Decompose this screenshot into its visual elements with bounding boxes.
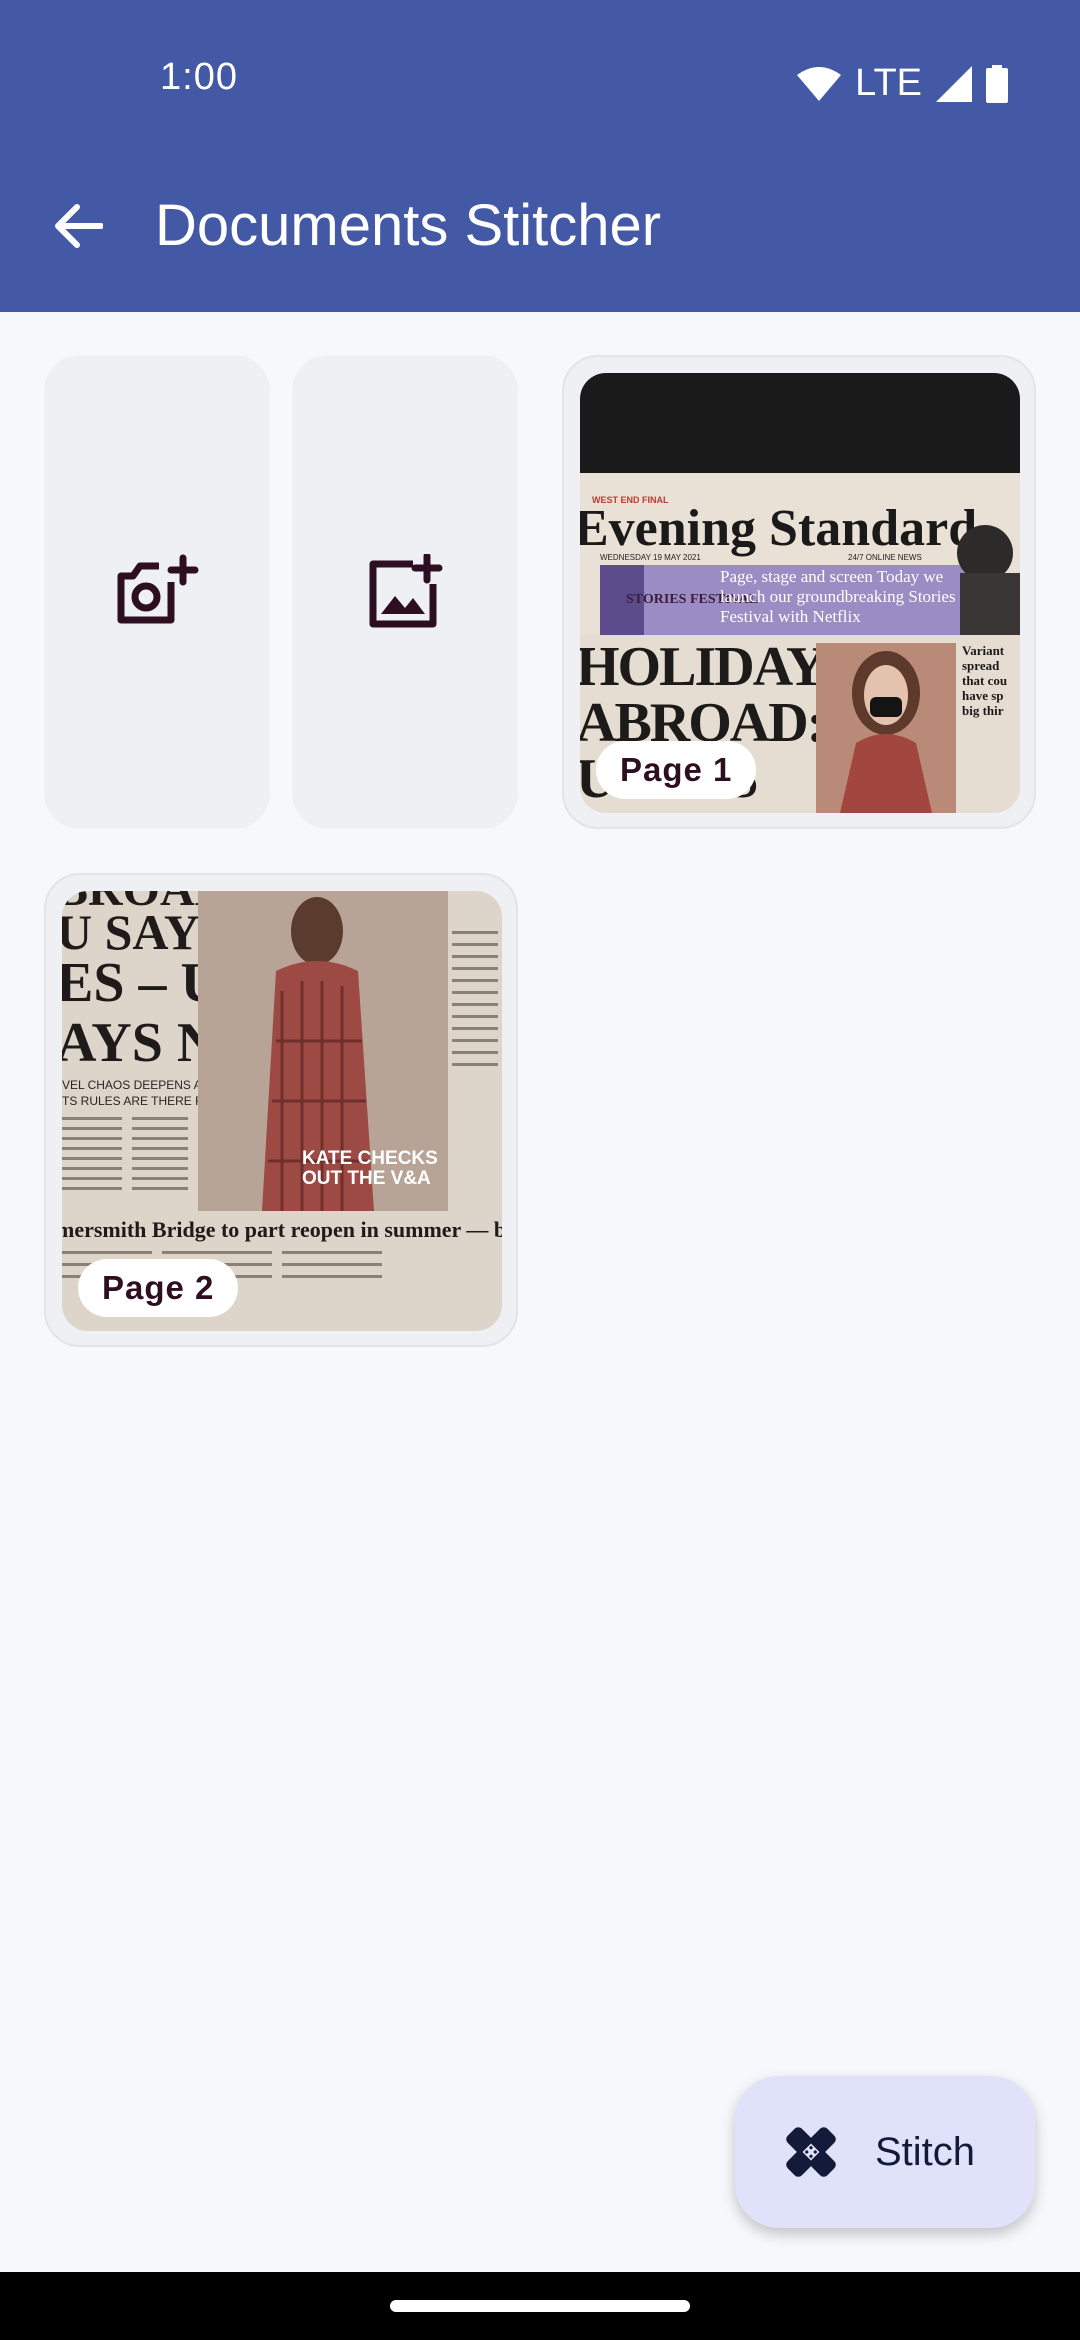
side-column: Variant spread that cou have sp big thir — [962, 643, 1008, 718]
app-bar: 1:00 LTE Documents Stitcher — [0, 0, 1080, 312]
arrow-back-icon — [55, 204, 103, 248]
signal-icon — [936, 65, 972, 102]
network-type: LTE — [855, 62, 922, 104]
add-a-photo-icon — [117, 554, 199, 624]
page-2-tile[interactable]: BROAD: U SAYS ES – UK AYS NO VEL CHAOS D… — [44, 873, 518, 1347]
status-bar: 1:00 LTE — [0, 0, 1080, 165]
status-time: 1:00 — [160, 56, 238, 98]
bottom-headline: mersmith Bridge to part reopen in summer… — [62, 1217, 502, 1242]
online-label: 24/7 ONLINE NEWS — [848, 553, 922, 562]
kate-caption: KATE CHECKS OUT THE V&A — [302, 1149, 438, 1189]
home-handle[interactable] — [390, 2300, 690, 2312]
stitch-button-label: Stitch — [875, 2129, 976, 2174]
back-button[interactable] — [38, 186, 118, 266]
battery-icon — [986, 64, 1008, 103]
masthead: Evening Standard — [580, 500, 977, 557]
stitch-button[interactable]: Stitch — [735, 2076, 1035, 2228]
add-from-gallery-tile[interactable] — [292, 355, 518, 829]
add-photo-alternate-icon — [369, 554, 443, 628]
healing-icon — [786, 2127, 836, 2177]
banner-text: Page, stage and screen Today we launch o… — [720, 567, 956, 626]
page-2-label: Page 2 — [78, 1259, 239, 1317]
issue-date: WEDNESDAY 19 MAY 2021 — [600, 553, 701, 562]
wifi-icon — [797, 66, 842, 101]
page-1-label: Page 1 — [596, 741, 757, 799]
add-from-camera-tile[interactable] — [44, 355, 270, 829]
page-1-tile[interactable]: WEST END FINAL Evening Standard WEDNESDA… — [562, 355, 1036, 829]
page-title: Documents Stitcher — [155, 193, 662, 258]
